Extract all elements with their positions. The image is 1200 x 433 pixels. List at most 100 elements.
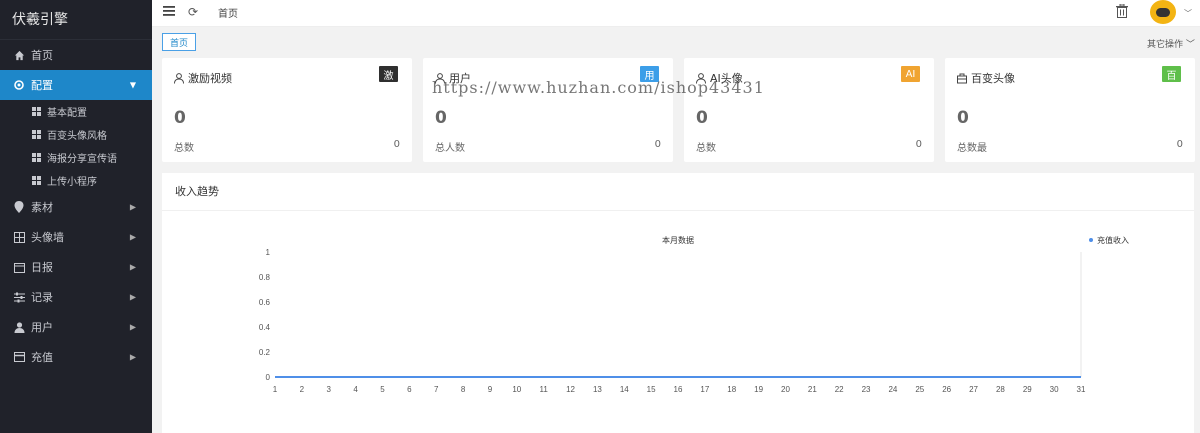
y-tick-label: 0.2	[259, 348, 271, 357]
card-icon	[13, 351, 25, 363]
x-tick-label: 30	[1050, 385, 1059, 394]
sidebar-item-label: 配置	[31, 79, 53, 92]
chevron-right-icon: ▶	[129, 322, 136, 332]
sidebar-item-records[interactable]: 记录 ▶	[0, 282, 152, 312]
pin-icon	[13, 201, 25, 213]
sidebar-item-users[interactable]: 用户 ▶	[0, 312, 152, 342]
sidebar-item-recharge[interactable]: 充值 ▶	[0, 342, 152, 372]
grid-icon	[32, 107, 41, 116]
sidebar-subitem-basic-config[interactable]: 基本配置	[0, 100, 152, 123]
tab-home[interactable]: 首页	[162, 33, 196, 51]
grid-icon	[32, 176, 41, 185]
user-outline-icon	[174, 72, 184, 84]
card-badge: 激	[379, 66, 398, 82]
x-tick-label: 22	[835, 385, 844, 394]
x-tick-label: 15	[647, 385, 656, 394]
gear-icon	[13, 79, 25, 91]
x-tick-label: 9	[488, 385, 493, 394]
sidebar-subitem-avatar-style[interactable]: 百变头像风格	[0, 123, 152, 146]
other-ops-label: 其它操作	[1147, 40, 1184, 50]
home-icon	[13, 49, 25, 61]
card-footer-value: 0	[915, 139, 922, 150]
sidebar-subitem-label: 上传小程序	[47, 177, 97, 188]
x-tick-label: 5	[380, 385, 385, 394]
sidebar-item-label: 用户	[31, 321, 53, 334]
y-tick-label: 0.6	[259, 298, 271, 307]
chevron-down-icon: ﹀	[1185, 40, 1195, 50]
x-tick-label: 6	[407, 385, 412, 394]
x-tick-label: 21	[808, 385, 817, 394]
sidebar-item-label: 头像墙	[31, 231, 64, 244]
card-value: 0	[957, 108, 969, 128]
stat-card-variety-avatar: 百变头像 百 0 总数最 0	[945, 58, 1195, 162]
sidebar-item-avatar-wall[interactable]: 头像墙 ▶	[0, 222, 152, 252]
sidebar: 伏羲引擎 首页 配置 ▼ 基本配置 百变头像风格 海报分享宣传语 上传小程序 素…	[0, 0, 152, 433]
card-footer-label: 总数	[696, 143, 716, 154]
x-tick-label: 24	[888, 385, 897, 394]
card-badge: 百	[1162, 66, 1181, 82]
card-badge: AI	[901, 66, 920, 82]
menu-toggle-icon[interactable]	[162, 5, 176, 19]
trash-icon[interactable]	[1116, 3, 1128, 18]
y-tick-label: 0.4	[259, 323, 271, 332]
sidebar-subitem-label: 海报分享宣传语	[47, 154, 117, 165]
stat-card-ai-avatar: AI头像 AI 0 总数 0	[684, 58, 934, 162]
stat-card-incentive-video: 激励视频 激 0 总数 0	[162, 58, 412, 162]
x-tick-label: 1	[273, 385, 278, 394]
brand-logo: 伏羲引擎	[0, 0, 152, 40]
other-ops-dropdown[interactable]: 其它操作 ﹀	[1147, 37, 1195, 50]
sidebar-item-label: 首页	[31, 49, 53, 62]
avatar[interactable]	[1150, 0, 1176, 24]
sidebar-subitem-poster-slogan[interactable]: 海报分享宣传语	[0, 146, 152, 169]
card-title: 用户	[449, 72, 471, 85]
avatar-badge	[1156, 7, 1170, 17]
briefcase-icon	[957, 73, 967, 83]
y-tick-label: 1	[266, 248, 271, 257]
sidebar-item-label: 充值	[31, 351, 53, 364]
user-outline-icon	[435, 72, 445, 84]
refresh-icon[interactable]: ⟳	[186, 5, 200, 19]
x-tick-label: 2	[300, 385, 305, 394]
sidebar-item-daily-report[interactable]: 日报 ▶	[0, 252, 152, 282]
chevron-down-icon[interactable]: ﹀	[1184, 8, 1192, 19]
x-tick-label: 3	[327, 385, 332, 394]
card-title: 激励视频	[188, 72, 232, 85]
x-tick-label: 25	[915, 385, 924, 394]
legend-marker	[1089, 238, 1093, 242]
stat-card-users: 用户 用 0 总人数 0	[423, 58, 673, 162]
sidebar-item-home[interactable]: 首页	[0, 40, 152, 70]
x-tick-label: 10	[512, 385, 521, 394]
x-tick-label: 18	[727, 385, 736, 394]
chevron-right-icon: ▶	[129, 352, 136, 362]
sidebar-item-label: 记录	[31, 291, 53, 304]
card-footer-value: 0	[1176, 139, 1183, 150]
x-tick-label: 28	[996, 385, 1005, 394]
chevron-right-icon: ▶	[129, 232, 136, 242]
x-tick-label: 4	[353, 385, 358, 394]
x-tick-label: 14	[620, 385, 629, 394]
sidebar-subitem-upload-miniapp[interactable]: 上传小程序	[0, 169, 152, 192]
grid-icon	[32, 130, 41, 139]
chevron-right-icon: ▶	[129, 262, 136, 272]
sidebar-item-config[interactable]: 配置 ▼	[0, 70, 152, 100]
chart-title: 本月数据	[662, 235, 694, 245]
x-tick-label: 13	[593, 385, 602, 394]
income-trend-panel: 收入趋势 本月数据 充值收入 0 0.2 0.4 0.6 0.8 1 1 2 3 4 5 6 7 8 9 10 11…	[162, 173, 1194, 433]
card-value: 0	[174, 108, 186, 128]
topbar: ⟳ 首页 ﹀	[152, 0, 1200, 27]
sidebar-subitem-label: 基本配置	[47, 108, 87, 119]
card-badge: 用	[640, 66, 659, 82]
x-tick-label: 8	[461, 385, 466, 394]
user-outline-icon	[696, 72, 706, 84]
card-footer-label: 总数	[174, 143, 194, 154]
y-tick-label: 0.8	[259, 273, 271, 282]
x-tick-label: 12	[566, 385, 575, 394]
sidebar-item-label: 日报	[31, 261, 53, 274]
sidebar-subitem-label: 百变头像风格	[47, 131, 107, 142]
y-tick-label: 0	[266, 373, 271, 382]
x-tick-label: 31	[1077, 385, 1086, 394]
legend-label: 充值收入	[1097, 235, 1129, 245]
card-footer-value: 0	[393, 139, 400, 150]
breadcrumb[interactable]: 首页	[218, 5, 238, 20]
sidebar-item-material[interactable]: 素材 ▶	[0, 192, 152, 222]
